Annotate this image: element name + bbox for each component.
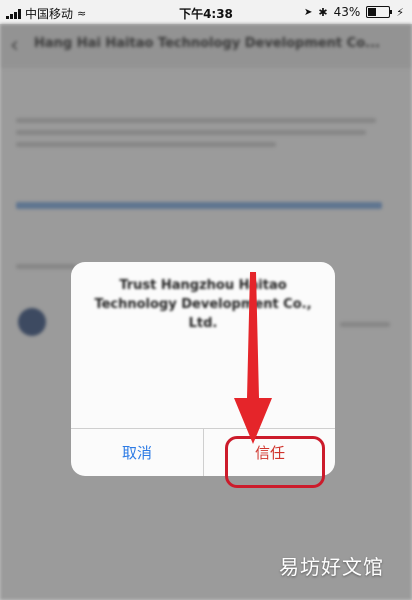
- status-right: ➤ ✱ 43% ⚡: [304, 5, 404, 19]
- watermark: 易坊好文馆: [279, 555, 384, 579]
- bluetooth-icon: ✱: [318, 5, 328, 19]
- charging-icon: ⚡: [396, 5, 404, 19]
- cancel-button[interactable]: 取消: [71, 428, 203, 476]
- red-arrow-icon: [234, 272, 272, 444]
- battery-percent: 43%: [333, 5, 361, 19]
- battery-icon: [366, 6, 393, 18]
- alert-title: Trust Hangzhou Haitao Technology Develop…: [94, 278, 312, 331]
- location-icon: ➤: [303, 6, 313, 18]
- status-bar: 中国移动 ≈ 下午4:38 ➤ ✱ 43% ⚡: [0, 0, 412, 24]
